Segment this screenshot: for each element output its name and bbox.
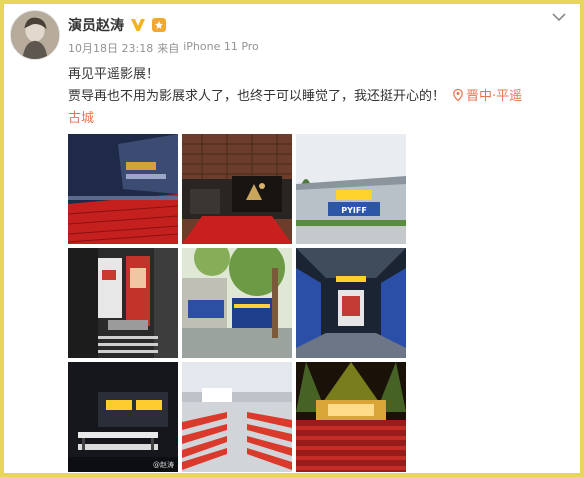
photo-thumbnail[interactable] xyxy=(68,134,178,244)
post-text: 再见平遥影展！ 贾导再也不用为影展求人了，也终于可以睡觉了，我还挺开心的！ 晋中·… xyxy=(68,64,573,130)
weibo-post-card: 演员赵涛 10月18日 23:18 来自 iPhone 11 Pro 再见平遥影… xyxy=(4,4,580,473)
fan-badge-icon xyxy=(152,18,166,32)
photo-grid: PYIFF @赵涛 xyxy=(68,134,406,472)
photo-thumbnail[interactable] xyxy=(182,248,292,358)
source-device: iPhone 11 Pro xyxy=(183,40,259,53)
photo-thumbnail[interactable]: PYIFF xyxy=(296,134,406,244)
location-pin-icon xyxy=(453,89,463,101)
photo-thumbnail[interactable] xyxy=(182,134,292,244)
text-line-2-body: 贾导再也不用为影展求人了，也终于可以睡觉了，我还挺开心的！ xyxy=(68,89,446,104)
pyiff-sign-text: PYIFF xyxy=(341,206,367,215)
watermark: @赵涛 xyxy=(153,461,174,469)
text-line-1: 再见平遥影展！ xyxy=(68,67,160,82)
photo-thumbnail[interactable] xyxy=(68,248,178,358)
location-link[interactable]: 晋中·平遥 xyxy=(466,89,522,104)
username[interactable]: 演员赵涛 xyxy=(68,15,124,35)
location-link-continued[interactable]: 古城 xyxy=(68,108,573,130)
post-meta: 10月18日 23:18 来自 iPhone 11 Pro xyxy=(68,40,259,56)
text-line-2: 贾导再也不用为影展求人了，也终于可以睡觉了，我还挺开心的！ 晋中·平遥 xyxy=(68,86,573,108)
chevron-down-icon[interactable] xyxy=(552,12,566,22)
timestamp[interactable]: 10月18日 23:18 xyxy=(68,40,153,56)
photo-thumbnail[interactable] xyxy=(182,362,292,472)
photo-thumbnail[interactable] xyxy=(296,248,406,358)
photo-thumbnail[interactable]: @赵涛 xyxy=(68,362,178,472)
source-prefix: 来自 xyxy=(157,42,180,55)
author-row: 演员赵涛 xyxy=(68,15,166,35)
verified-v-icon xyxy=(131,19,145,31)
avatar[interactable] xyxy=(10,10,60,60)
photo-thumbnail[interactable] xyxy=(296,362,406,472)
